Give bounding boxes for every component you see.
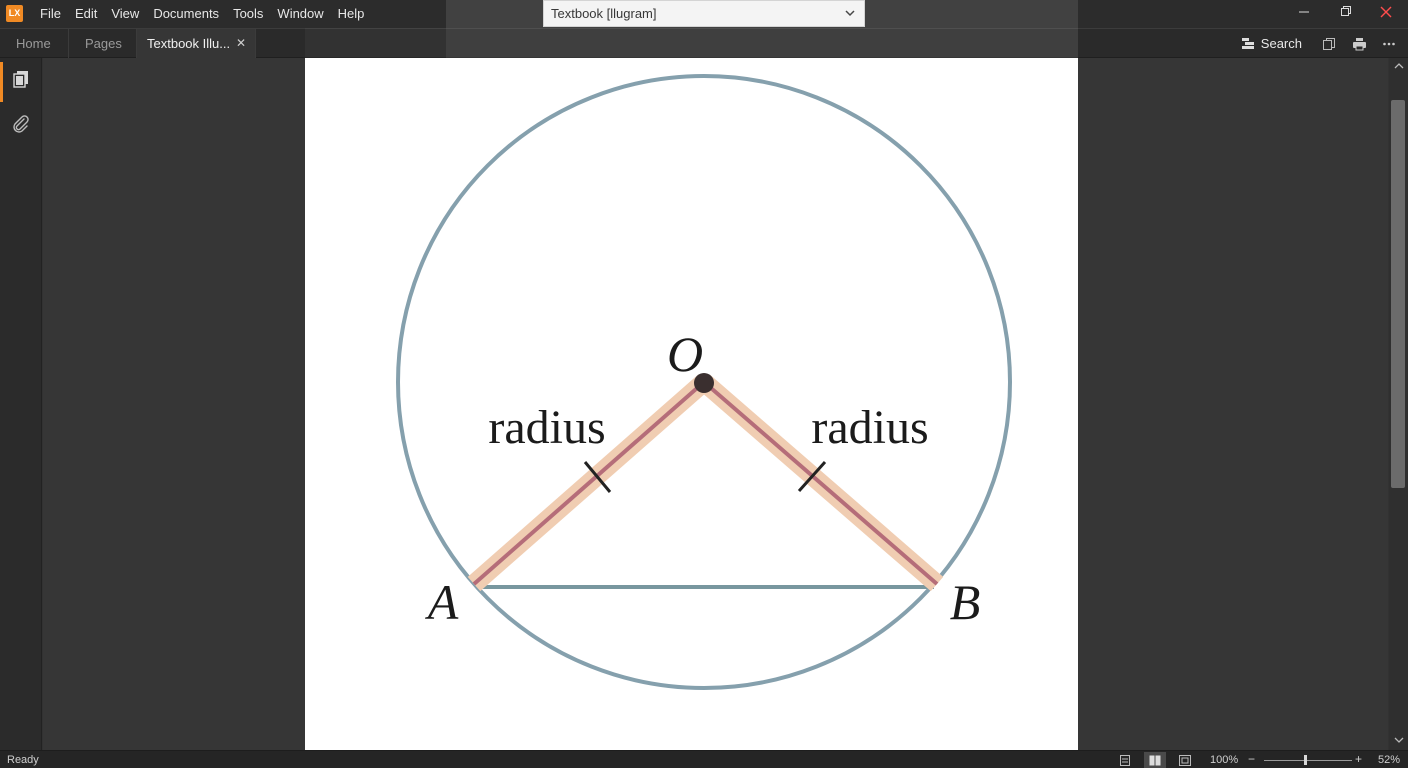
label-point-b: B xyxy=(950,574,981,630)
search-button[interactable]: Search xyxy=(1241,36,1302,51)
document-selector[interactable]: Textbook [llugram] xyxy=(543,0,865,27)
tab-pages[interactable]: Pages xyxy=(69,29,137,58)
fit-width-view-icon[interactable] xyxy=(1174,752,1196,768)
vertical-scrollbar[interactable] xyxy=(1389,58,1408,750)
close-tab-icon[interactable]: ✕ xyxy=(236,29,246,58)
menu-list: File Edit View Documents Tools Window He… xyxy=(33,0,371,28)
minimize-button[interactable] xyxy=(1282,0,1326,28)
zoom-out-icon[interactable]: − xyxy=(1248,751,1255,768)
menu-window[interactable]: Window xyxy=(270,0,330,28)
zoom-level-label: 52% xyxy=(1378,754,1401,766)
zoom-fit-label[interactable]: 100% xyxy=(1210,751,1238,768)
menu-bar: LX File Edit View Documents Tools Window… xyxy=(0,0,1408,28)
app-logo-icon[interactable]: LX xyxy=(6,5,23,22)
close-window-button[interactable] xyxy=(1364,0,1408,28)
circle-diagram: O A B radius radius xyxy=(396,74,1012,690)
active-panel-indicator xyxy=(0,62,3,102)
menu-tools[interactable]: Tools xyxy=(226,0,270,28)
menu-help[interactable]: Help xyxy=(331,0,372,28)
pages-panel-icon[interactable] xyxy=(11,69,31,89)
menu-view[interactable]: View xyxy=(104,0,146,28)
zoom-slider-thumb[interactable] xyxy=(1304,755,1308,765)
label-radius-left: radius xyxy=(488,401,605,454)
status-text: Ready xyxy=(7,754,39,766)
tab-home[interactable]: Home xyxy=(0,29,69,58)
label-radius-right: radius xyxy=(811,401,928,454)
more-options-icon[interactable] xyxy=(1374,37,1404,51)
two-page-view-icon[interactable] xyxy=(1144,752,1166,768)
document-selector-value: Textbook [llugram] xyxy=(551,6,657,21)
tab-document[interactable]: Textbook Illu... ✕ xyxy=(137,29,256,58)
page-layout-icon[interactable] xyxy=(1314,37,1344,51)
search-icon xyxy=(1241,37,1254,49)
label-point-a: A xyxy=(425,574,459,630)
menu-edit[interactable]: Edit xyxy=(68,0,104,28)
zoom-slider-track[interactable] xyxy=(1264,760,1352,761)
print-icon[interactable] xyxy=(1344,37,1374,51)
scroll-down-icon[interactable] xyxy=(1389,734,1408,748)
zoom-in-icon[interactable]: + xyxy=(1355,751,1362,768)
document-workspace: O A B radius radius xyxy=(43,58,1388,750)
left-sidebar xyxy=(0,58,42,750)
tab-bar: Home Pages Textbook Illu... ✕ Search xyxy=(0,28,1408,58)
restore-button[interactable] xyxy=(1324,0,1368,28)
search-label: Search xyxy=(1260,36,1302,51)
document-overlay-shade xyxy=(305,28,446,58)
status-bar: Ready 100% − + 52% xyxy=(0,750,1408,768)
scrollbar-thumb[interactable] xyxy=(1391,100,1405,488)
attachment-icon[interactable] xyxy=(11,114,31,134)
scroll-up-icon[interactable] xyxy=(1389,60,1408,74)
document-page: O A B radius radius xyxy=(305,58,1078,750)
tab-document-label: Textbook Illu... xyxy=(147,36,231,51)
label-center-o: O xyxy=(667,326,703,382)
menu-file[interactable]: File xyxy=(33,0,68,28)
menu-documents[interactable]: Documents xyxy=(146,0,226,28)
toolbar-right: Search xyxy=(1241,29,1408,58)
single-page-view-icon[interactable] xyxy=(1114,752,1136,768)
